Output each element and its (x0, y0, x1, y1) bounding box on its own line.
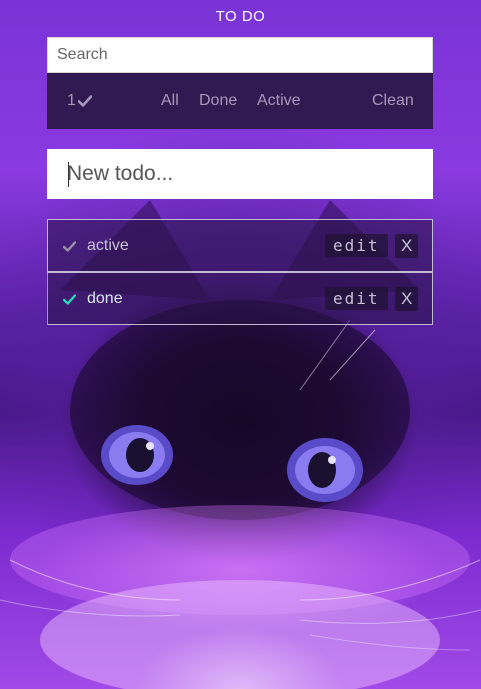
filter-bar: 1 All Done Active Clean (47, 73, 433, 129)
todo-label: done (87, 290, 123, 307)
app-title: TO DO (215, 8, 266, 25)
edit-button[interactable]: edit (325, 287, 388, 310)
done-count: 1 (67, 92, 76, 109)
todo-item: active edit X (47, 219, 433, 272)
todo-label: active (87, 237, 129, 254)
check-toggle-icon[interactable] (62, 239, 77, 257)
new-todo-input[interactable] (47, 149, 433, 199)
delete-button[interactable]: X (395, 234, 419, 258)
todo-item: done edit X (47, 272, 433, 325)
filter-done-button[interactable]: Done (199, 92, 237, 110)
filter-active-button[interactable]: Active (257, 92, 301, 110)
delete-button[interactable]: X (395, 287, 419, 311)
filter-all-button[interactable]: All (161, 92, 179, 110)
text-caret (68, 162, 69, 187)
check-icon (77, 95, 92, 107)
search-input[interactable] (47, 37, 433, 73)
check-toggle-icon[interactable] (62, 292, 77, 310)
clean-button[interactable]: Clean (372, 92, 414, 110)
done-counter: 1 (67, 92, 92, 110)
edit-button[interactable]: edit (325, 234, 388, 257)
